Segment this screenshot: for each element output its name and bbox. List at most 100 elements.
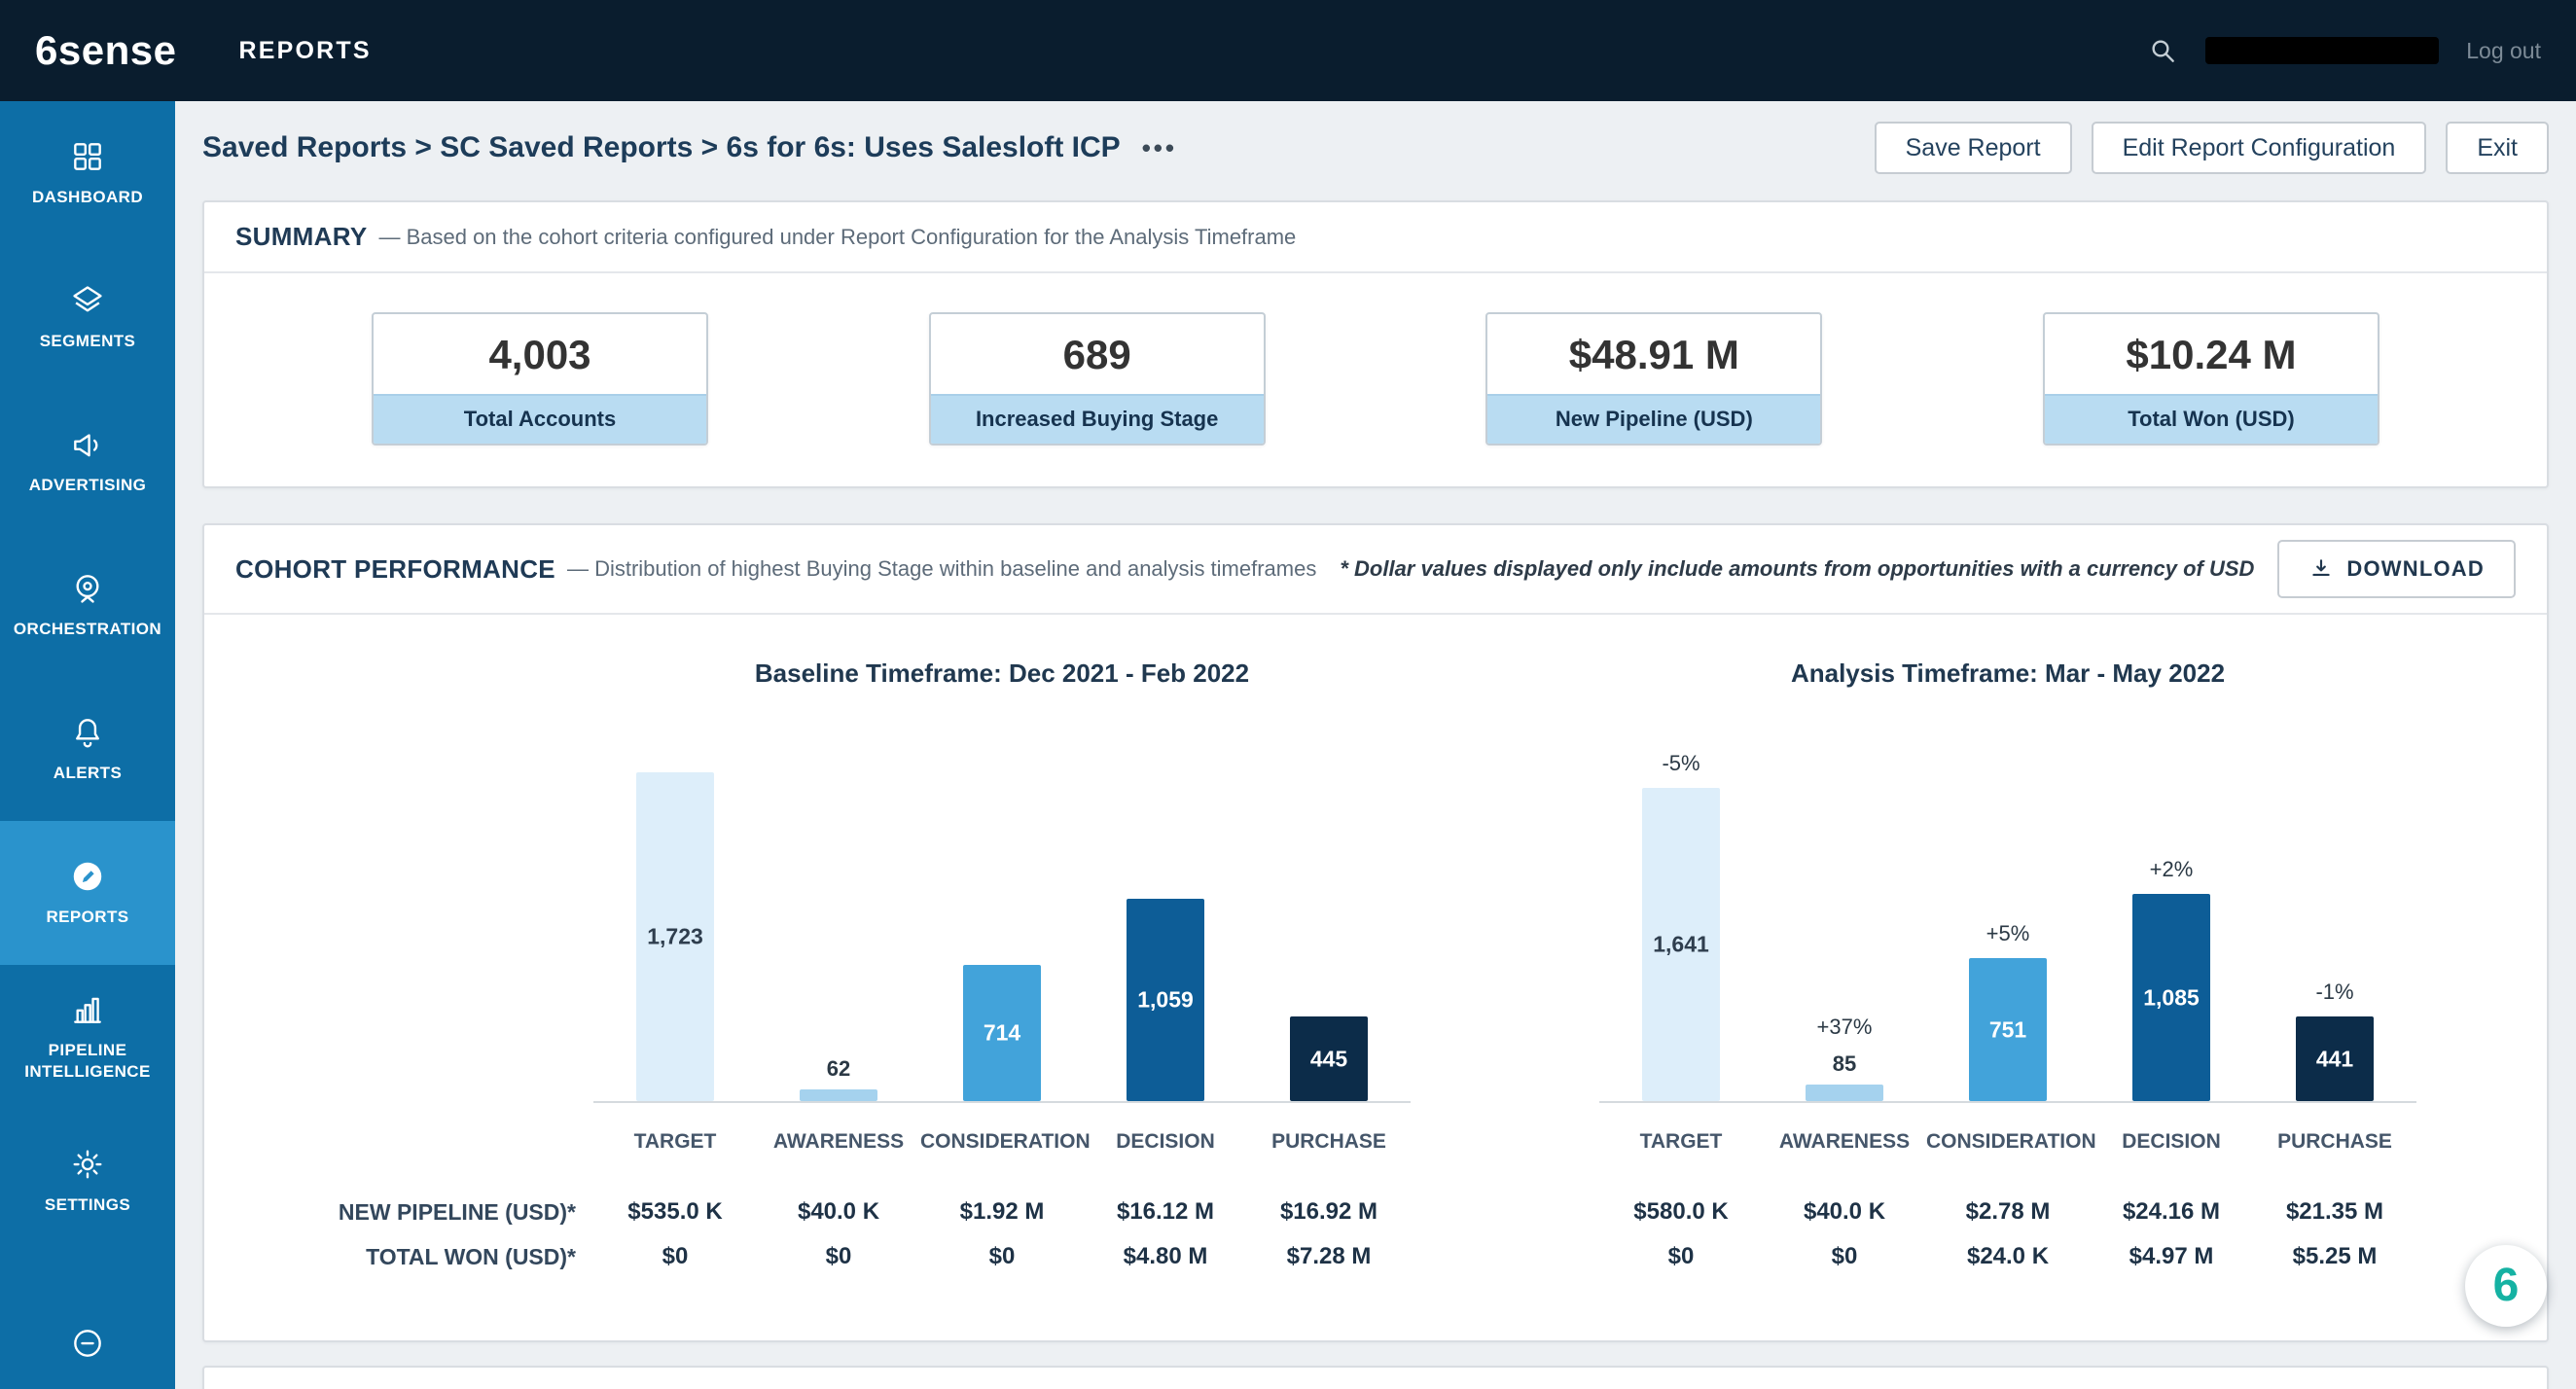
category-label: TARGET <box>1639 1130 1723 1153</box>
bar-column-purchase: 445 <box>1247 1016 1411 1101</box>
download-button[interactable]: DOWNLOAD <box>2277 540 2516 598</box>
bar-value-label: 1,723 <box>647 923 703 949</box>
main-content: Saved Reports > SC Saved Reports > 6s fo… <box>175 101 2576 1389</box>
new-pipeline-value: $535.0 K <box>627 1198 723 1225</box>
category-label: AWARENESS <box>772 1130 905 1153</box>
row-label-total-won: TOTAL WON (USD)* <box>366 1244 576 1269</box>
segments-icon <box>69 282 106 319</box>
stat-label: Total Accounts <box>374 394 706 444</box>
bar-purchase: 445 <box>1290 1016 1368 1101</box>
category-label: PURCHASE <box>1271 1130 1386 1153</box>
bars-row: 1,723 62 714 1,059 445 <box>593 700 1411 1101</box>
category-label: CONSIDERATION <box>920 1130 1091 1153</box>
category-label: PURCHASE <box>2277 1130 2392 1153</box>
sidebar-item-label: ORCHESTRATION <box>13 620 162 638</box>
bar-column-awareness: +37% 85 <box>1763 1015 1926 1101</box>
new-pipeline-value: $2.78 M <box>1965 1198 2051 1225</box>
bar-decision: 1,059 <box>1127 899 1204 1101</box>
sidebar-item-label: ADVERTISING <box>28 476 147 494</box>
new-pipeline-value: $16.92 M <box>1279 1198 1378 1225</box>
stat-card-total-accounts: 4,003 Total Accounts <box>372 312 708 445</box>
bar-value-label: 1,641 <box>1653 931 1709 957</box>
chart-baseline-timeframe: Baseline Timeframe: Dec 2021 - Feb 2022 1… <box>593 654 1411 1270</box>
new-pipeline-value: $24.16 M <box>2122 1198 2221 1225</box>
sidebar-item-alerts[interactable]: ALERTS <box>0 677 175 821</box>
sidebar-item-reports[interactable]: REPORTS <box>0 821 175 965</box>
pipeline-intelligence-icon <box>69 991 106 1028</box>
sidebar-collapse-button[interactable] <box>0 1325 175 1389</box>
bar-value-label: 441 <box>2315 1046 2354 1071</box>
bar-decision: 1,085 <box>2132 894 2210 1101</box>
download-icon <box>2308 556 2334 582</box>
pct-change-label: +5% <box>1986 921 2030 945</box>
stat-card-new-pipeline: $48.91 M New Pipeline (USD) <box>1485 312 1823 445</box>
total-won-value: $0 <box>1831 1243 1858 1269</box>
save-report-button[interactable]: Save Report <box>1874 122 2072 174</box>
page-header: Saved Reports > SC Saved Reports > 6s fo… <box>175 101 2576 195</box>
bar-column-purchase: -1% 441 <box>2253 979 2416 1101</box>
bar-awareness <box>1806 1085 1883 1101</box>
breadcrumb: Saved Reports > SC Saved Reports > 6s fo… <box>202 131 1121 163</box>
chart-title: Baseline Timeframe: Dec 2021 - Feb 2022 <box>754 659 1250 688</box>
total-won-value: $4.97 M <box>2129 1243 2214 1269</box>
bar-column-decision: +2% 1,085 <box>2090 857 2253 1101</box>
new-pipeline-value: $40.0 K <box>1803 1198 1886 1225</box>
bar-column-consideration: +5% 751 <box>1926 921 2090 1101</box>
cohort-title: COHORT PERFORMANCE <box>235 553 555 584</box>
category-label: DECISION <box>2122 1130 2221 1153</box>
next-section-card <box>202 1366 2549 1389</box>
total-won-value: $7.28 M <box>1286 1243 1372 1269</box>
category-label: CONSIDERATION <box>1926 1130 2096 1153</box>
search-icon[interactable] <box>2147 35 2178 66</box>
bar-consideration: 714 <box>963 965 1041 1101</box>
logout-link[interactable]: Log out <box>2466 38 2541 64</box>
bar-value-label: 1,059 <box>1137 986 1194 1013</box>
bar-target: 1,641 <box>1642 788 1720 1101</box>
bar-column-consideration: 714 <box>920 965 1084 1101</box>
6sense-badge-icon: 6 <box>2492 1260 2520 1311</box>
sidebar-item-settings[interactable]: SETTINGS <box>0 1109 175 1253</box>
reports-icon <box>69 858 106 895</box>
category-label: DECISION <box>1116 1130 1215 1153</box>
bar-value-label: 62 <box>826 1056 851 1081</box>
total-won-value: $24.0 K <box>1966 1243 2050 1269</box>
new-pipeline-value: $21.35 M <box>2285 1198 2384 1225</box>
total-won-value: $0 <box>1667 1243 1695 1269</box>
orchestration-icon <box>69 570 106 607</box>
sidebar-item-label: SEGMENTS <box>39 332 136 350</box>
stat-label: New Pipeline (USD) <box>1487 394 1821 444</box>
stat-card-increased-buying-stage: 689 Increased Buying Stage <box>928 312 1266 445</box>
sidebar-item-advertising[interactable]: ADVERTISING <box>0 389 175 533</box>
cohort-charts: NEW PIPELINE (USD)* TOTAL WON (USD)* Bas… <box>204 615 2547 1340</box>
bar-value-label: 751 <box>1988 1016 2027 1042</box>
stat-label: Increased Buying Stage <box>930 394 1264 444</box>
bar-value-label: 714 <box>983 1019 1021 1046</box>
pct-change-label: +37% <box>1816 1015 1873 1039</box>
sidebar-item-dashboard[interactable]: DASHBOARD <box>0 101 175 245</box>
new-pipeline-values: $535.0 K $40.0 K $1.92 M $16.12 M $16.92 M <box>593 1198 1411 1226</box>
6sense-badge-button[interactable]: 6 <box>2465 1245 2547 1327</box>
currency-note: * Dollar values displayed only include a… <box>1340 556 2255 581</box>
bar-purchase: 441 <box>2296 1016 2374 1101</box>
more-menu-button[interactable]: ••• <box>1142 133 1177 163</box>
bar-consideration: 751 <box>1969 958 2047 1101</box>
cohort-subtitle: — Distribution of highest Buying Stage w… <box>566 556 1317 581</box>
pct-change-label: -5% <box>1662 751 1700 775</box>
circle-minus-icon <box>69 1325 106 1362</box>
stat-value: 4,003 <box>488 332 591 377</box>
6sense-logo[interactable]: 6sense <box>35 27 176 74</box>
sidebar-item-segments[interactable]: SEGMENTS <box>0 245 175 389</box>
edit-report-configuration-button[interactable]: Edit Report Configuration <box>2091 122 2427 174</box>
new-pipeline-value: $16.12 M <box>1116 1198 1215 1225</box>
pct-change-label: -1% <box>2315 979 2354 1004</box>
sidebar-item-label: ALERTS <box>53 764 123 782</box>
sidebar-item-orchestration[interactable]: ORCHESTRATION <box>0 533 175 677</box>
exit-button[interactable]: Exit <box>2446 122 2549 174</box>
sidebar-item-pipeline-intelligence[interactable]: PIPELINE INTELLIGENCE <box>0 965 175 1109</box>
category-labels: TARGET AWARENESS CONSIDERATION DECISION PURC… <box>593 1103 1411 1156</box>
chart-title: Analysis Timeframe: Mar - May 2022 <box>1790 659 2226 688</box>
total-won-value: $4.80 M <box>1123 1243 1208 1269</box>
stat-value: 689 <box>1062 332 1131 377</box>
sidebar-item-label: SETTINGS <box>44 1195 131 1214</box>
topbar: 6sense REPORTS Log out <box>0 0 2576 101</box>
